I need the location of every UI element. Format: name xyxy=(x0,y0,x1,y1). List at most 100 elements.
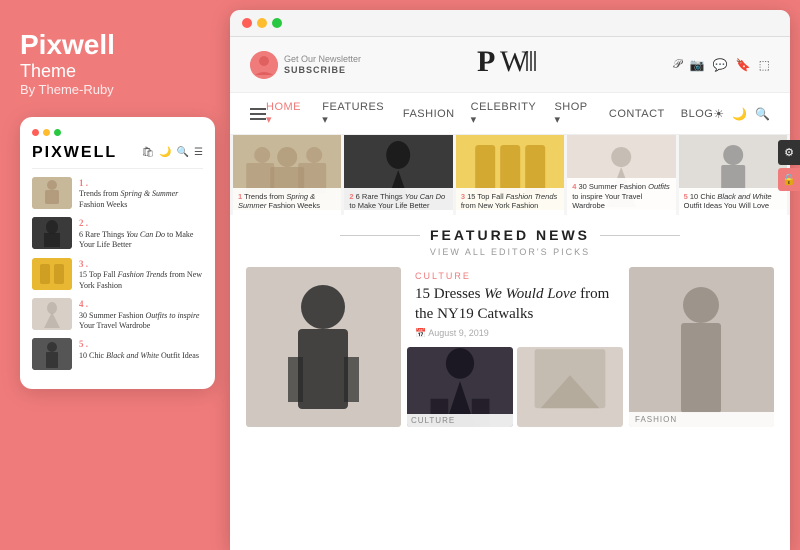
featured-right-image[interactable]: FASHION xyxy=(629,267,774,427)
news-text: 3 . 15 Top Fall Fashion Trends from New … xyxy=(79,258,203,291)
hamburger-menu[interactable] xyxy=(250,108,266,120)
featured-line-right xyxy=(600,235,680,236)
lock-icon[interactable]: 🔒 xyxy=(778,168,800,191)
browser-dot-green[interactable] xyxy=(272,18,282,28)
nav-features[interactable]: FEATURES ▾ xyxy=(322,101,387,126)
slide-title: 6 Rare Things You Can Do to Make Your Li… xyxy=(349,192,445,211)
newsletter-subscribe-link[interactable]: SUBSCRIBE xyxy=(284,65,361,75)
mobile-window-controls xyxy=(32,129,203,136)
nav-contact[interactable]: CONTACT xyxy=(609,108,665,120)
slide-title: 10 Chic Black and White Outfit Ideas You… xyxy=(684,192,772,211)
brand-subtitle: Theme xyxy=(20,61,210,82)
brand-title: Pixwell xyxy=(20,30,210,61)
news-number: 5 . xyxy=(79,338,199,351)
list-item: 5 . 10 Chic Black and White Outfit Ideas xyxy=(32,338,203,370)
hamburger-line xyxy=(250,118,266,120)
news-title: 6 Rare Things You Can Do to Make Your Li… xyxy=(79,230,203,251)
browser-panel: Get Our Newsletter SUBSCRIBE P W xyxy=(230,10,790,550)
list-item: 1 . Trends from Spring & Summer Fashion … xyxy=(32,177,203,210)
svg-text:W: W xyxy=(500,45,529,78)
news-title: 30 Summer Fashion Outfits to inspire You… xyxy=(79,311,203,332)
news-text: 4 . 30 Summer Fashion Outfits to inspire… xyxy=(79,298,203,331)
featured-right-label: FASHION xyxy=(629,412,774,427)
hamburger-line xyxy=(250,113,266,115)
mobile-menu-icon: ☰ xyxy=(194,147,203,158)
newsletter-text-group: Get Our Newsletter SUBSCRIBE xyxy=(284,54,361,76)
instagram-icon[interactable]: 📷 xyxy=(690,58,705,72)
featured-tag: CULTURE xyxy=(415,271,615,281)
nav-blog[interactable]: BLOG xyxy=(681,108,714,120)
featured-section: FEATURED NEWS VIEW ALL EDITOR'S PICKS xyxy=(230,215,790,550)
bookmark-icon[interactable]: 🔖 xyxy=(736,58,751,72)
slide-num: 5 xyxy=(684,192,688,201)
slide-caption: 3 15 Top Fall Fashion Trends from New Yo… xyxy=(456,188,564,216)
news-thumbnail xyxy=(32,177,72,209)
mobile-bag-icon: 🛍 xyxy=(141,147,154,158)
news-thumbnail xyxy=(32,338,72,370)
slide-item[interactable]: 2 6 Rare Things You Can Do to Make Your … xyxy=(344,135,452,215)
news-text: 2 . 6 Rare Things You Can Do to Make You… xyxy=(79,217,203,250)
site-topbar: Get Our Newsletter SUBSCRIBE P W xyxy=(230,37,790,93)
slide-title: 30 Summer Fashion Outfits to inspire You… xyxy=(572,182,670,211)
featured-sub-image-2[interactable] xyxy=(517,347,623,427)
featured-sub-image-1[interactable]: CULTURE xyxy=(407,347,513,427)
mobile-moon-icon: 🌙 xyxy=(159,147,171,158)
slide-caption: 4 30 Summer Fashion Outfits to inspire Y… xyxy=(567,178,675,215)
news-thumbnail xyxy=(32,298,72,330)
newsletter-label: Get Our Newsletter xyxy=(284,54,361,66)
featured-line-left xyxy=(340,235,420,236)
slide-item[interactable]: 3 15 Top Fall Fashion Trends from New Yo… xyxy=(456,135,564,215)
slide-caption: 5 10 Chic Black and White Outfit Ideas Y… xyxy=(679,188,787,216)
news-title: Trends from Spring & Summer Fashion Week… xyxy=(79,189,203,210)
settings-gear-icon[interactable]: ⚙ xyxy=(778,140,800,165)
mobile-dot-red xyxy=(32,129,39,136)
news-thumbnail xyxy=(32,258,72,290)
mobile-dot-green xyxy=(54,129,61,136)
nav-home[interactable]: HOME ▾ xyxy=(266,101,306,126)
featured-heading: FEATURED NEWS xyxy=(246,227,774,243)
hamburger-line xyxy=(250,108,266,110)
topbar-icons: 𝒫 📷 💬 🔖 ⬚ xyxy=(673,57,770,72)
share-icon[interactable]: ⬚ xyxy=(759,58,770,72)
nav-sun-icon[interactable]: ☀ xyxy=(713,107,724,121)
featured-main-image[interactable] xyxy=(246,267,401,427)
nav-fashion[interactable]: FASHION xyxy=(403,108,455,120)
mobile-preview-card: PIXWELL 🛍 🌙 🔍 ☰ 1 . Trends from Spring &… xyxy=(20,117,215,390)
browser-chrome xyxy=(230,10,790,37)
news-title: 10 Chic Black and White Outfit Ideas xyxy=(79,351,199,361)
browser-wrapper: ⚙ 🔒 Ge xyxy=(230,0,800,550)
slide-title: Trends from Spring & Summer Fashion Week… xyxy=(238,192,320,211)
left-panel: Pixwell Theme By Theme-Ruby PIXWELL 🛍 🌙 … xyxy=(0,0,230,550)
site-logo-svg: P W xyxy=(472,43,562,81)
site-logo-area: P W xyxy=(361,43,673,86)
brand-by: By Theme-Ruby xyxy=(20,82,210,97)
mobile-header-icons: 🛍 🌙 🔍 ☰ xyxy=(141,147,203,158)
pinterest-icon[interactable]: 𝒫 xyxy=(673,57,682,72)
browser-dot-red[interactable] xyxy=(242,18,252,28)
nav-shop[interactable]: SHOP ▾ xyxy=(554,101,592,126)
list-item: 2 . 6 Rare Things You Can Do to Make You… xyxy=(32,217,203,250)
newsletter-area: Get Our Newsletter SUBSCRIBE xyxy=(250,51,361,79)
news-number: 4 . xyxy=(79,298,203,311)
date-text: August 9, 2019 xyxy=(428,328,489,338)
featured-grid: CULTURE 15 Dresses We Would Love from th… xyxy=(246,267,774,427)
slide-item[interactable]: 5 10 Chic Black and White Outfit Ideas Y… xyxy=(679,135,787,215)
news-text: 1 . Trends from Spring & Summer Fashion … xyxy=(79,177,203,210)
nav-celebrity[interactable]: CELEBRITY ▾ xyxy=(471,101,539,126)
news-text: 5 . 10 Chic Black and White Outfit Ideas xyxy=(79,338,199,361)
slide-num: 2 xyxy=(349,192,353,201)
slide-item[interactable]: 1 Trends from Spring & Summer Fashion We… xyxy=(233,135,341,215)
featured-subtext[interactable]: VIEW ALL EDITOR'S PICKS xyxy=(246,247,774,257)
list-item: 3 . 15 Top Fall Fashion Trends from New … xyxy=(32,258,203,291)
sub-image-label: CULTURE xyxy=(407,414,513,427)
nav-moon-icon[interactable]: 🌙 xyxy=(732,107,747,121)
featured-article-date: 📅 August 9, 2019 xyxy=(415,328,615,339)
slide-num: 4 xyxy=(572,182,576,191)
mobile-header: PIXWELL 🛍 🌙 🔍 ☰ xyxy=(32,144,203,169)
news-title: 15 Top Fall Fashion Trends from New York… xyxy=(79,270,203,291)
nav-search-icon[interactable]: 🔍 xyxy=(755,107,770,121)
whatsapp-icon[interactable]: 💬 xyxy=(713,58,728,72)
calendar-icon: 📅 xyxy=(415,328,426,338)
slide-item[interactable]: 4 30 Summer Fashion Outfits to inspire Y… xyxy=(567,135,675,215)
browser-dot-yellow[interactable] xyxy=(257,18,267,28)
